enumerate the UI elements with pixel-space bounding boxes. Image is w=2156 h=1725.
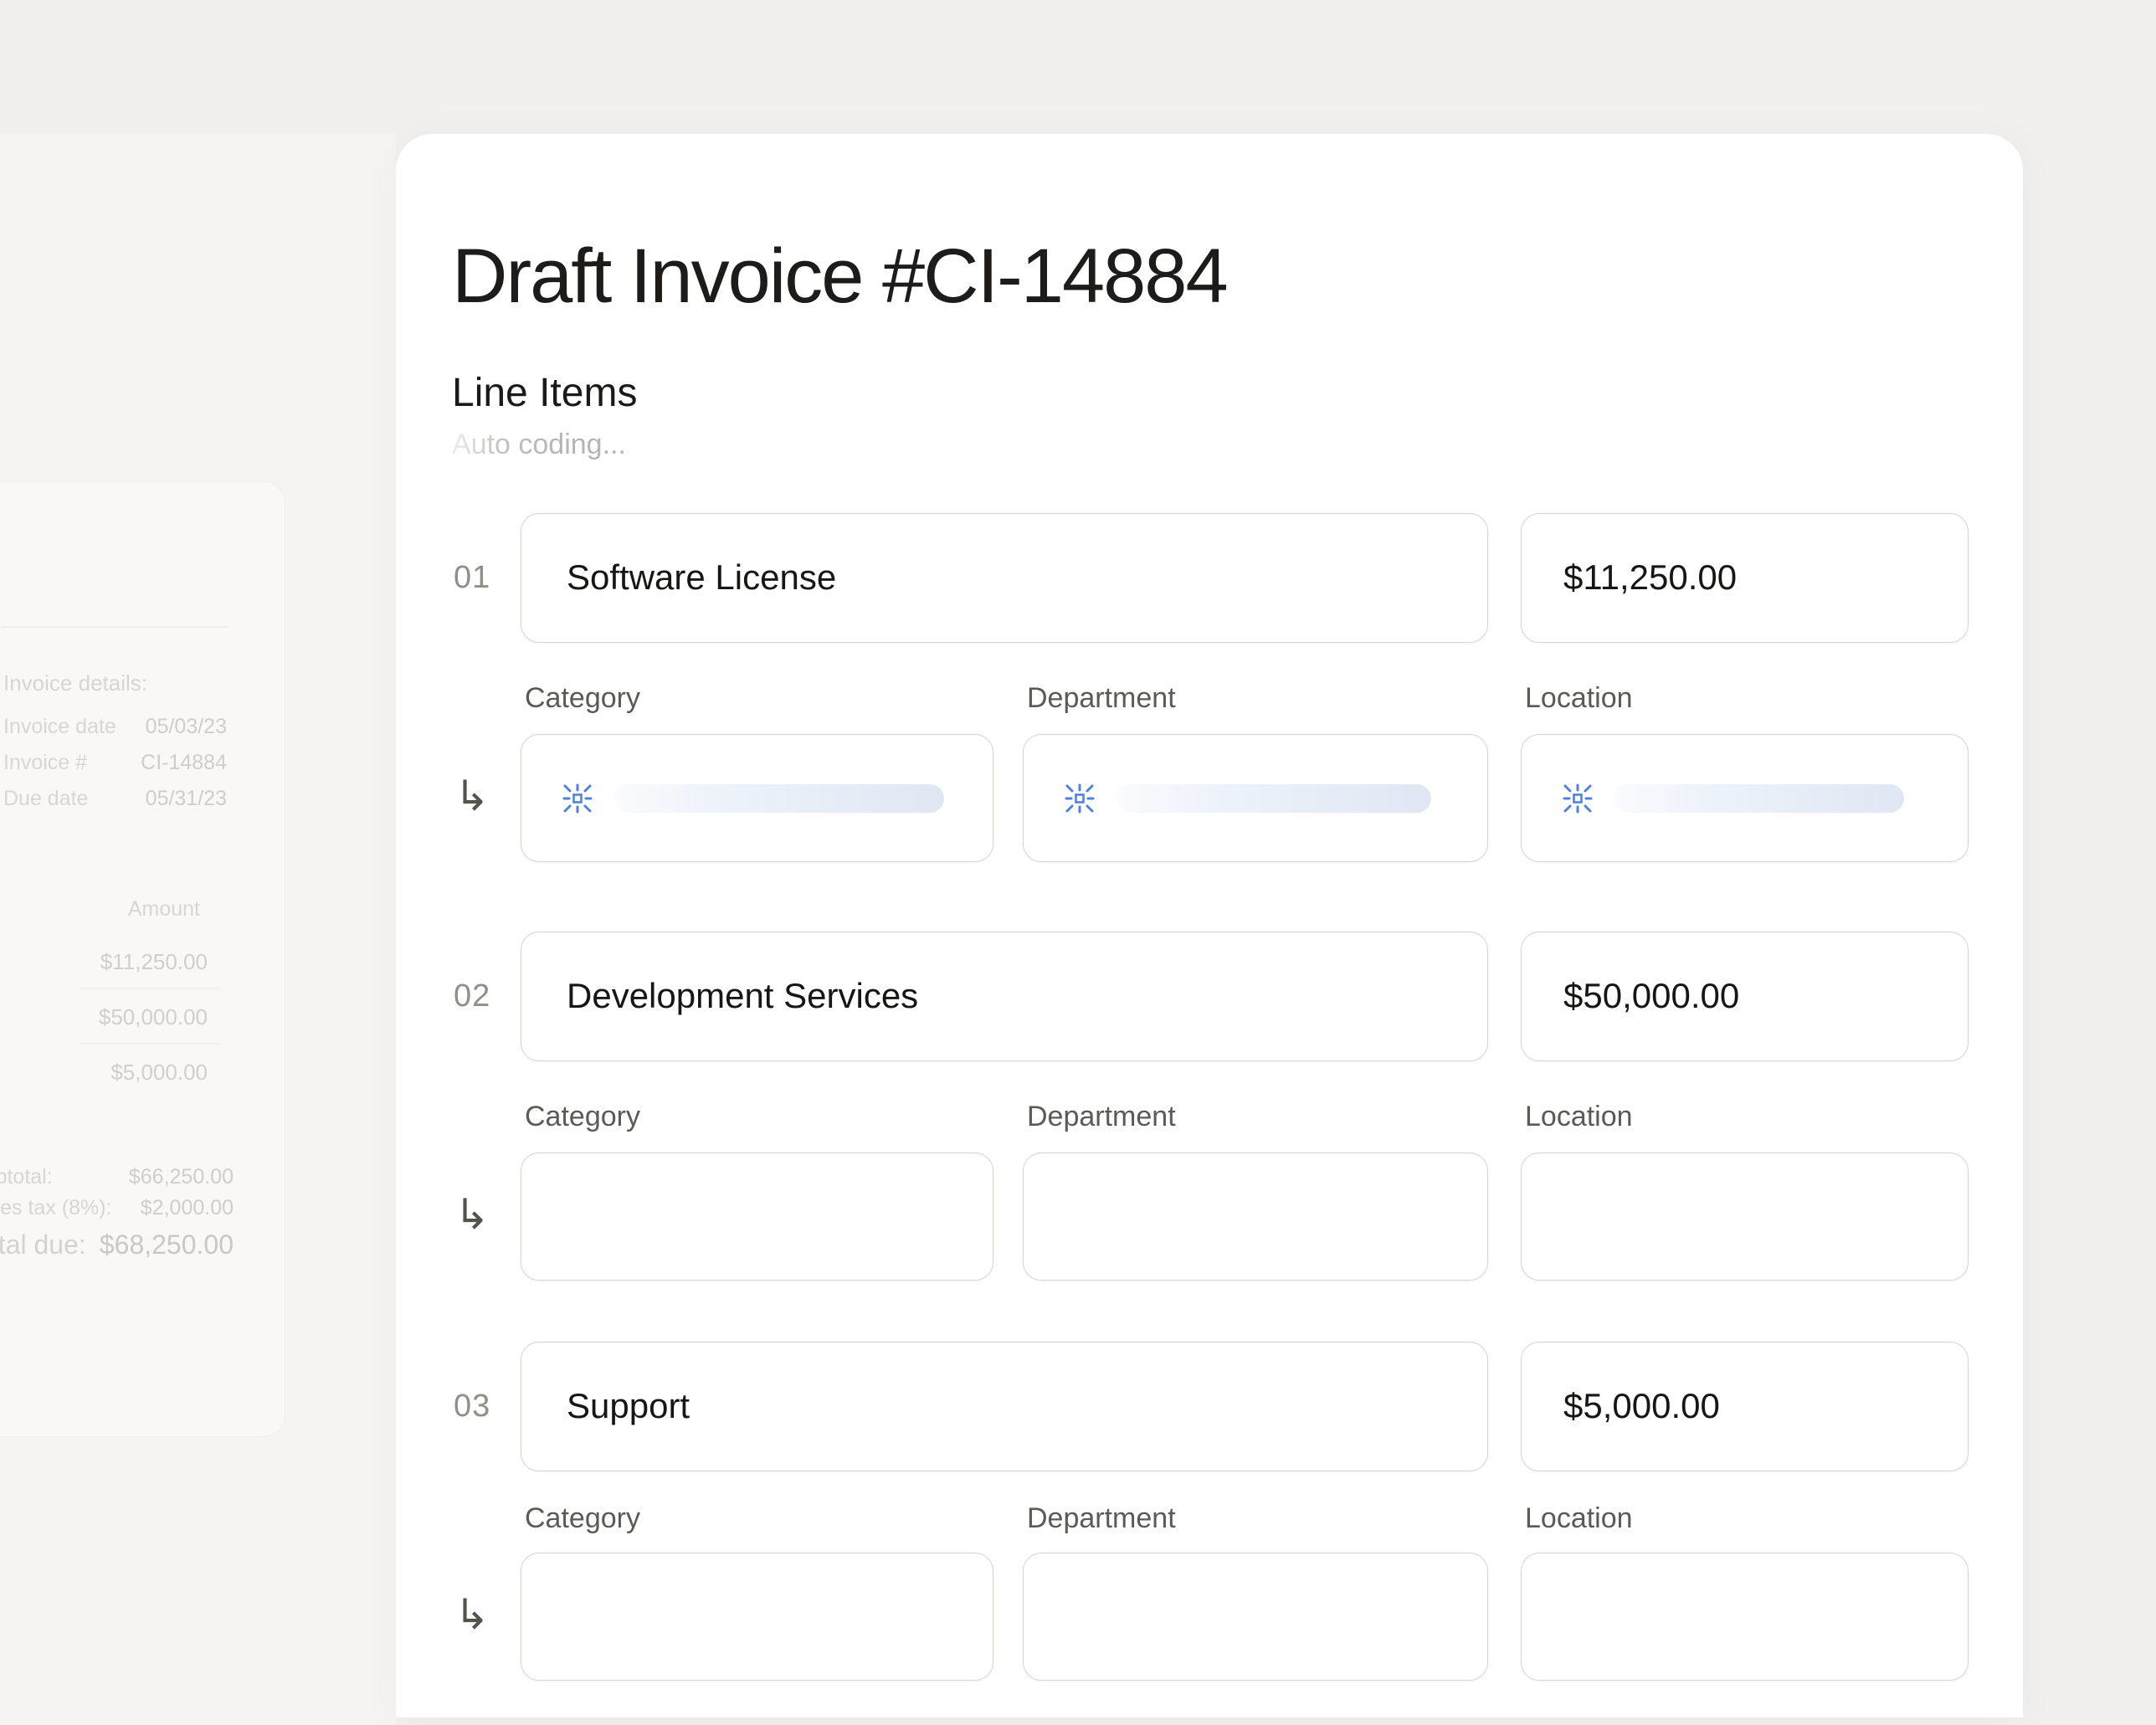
line-item-number: 03 [454,1342,490,1471]
amount-input[interactable]: $5,000.00 [1521,1342,1969,1471]
due-date-label: Due date [3,787,88,810]
coding-fields-row: ↳ [396,1153,2023,1281]
divider [80,988,221,989]
coding-labels-row: Category Department Location [396,1101,2023,1136]
location-label: Location [1525,1502,1633,1535]
due-date-value: 05/31/23 [89,787,227,811]
line-item-row: 03 Support $5,000.00 [396,1342,2023,1471]
sales-tax-row: Sales tax (8%): $2,000.00 [0,1196,112,1220]
coding-labels-row: Category Department Location [396,1502,2023,1538]
line-item-number: 02 [454,932,490,1061]
invoice-date-row: Invoice date 05/03/23 [3,715,116,742]
sub-row-arrow-icon: ↳ [454,734,490,862]
department-field[interactable] [1023,734,1488,862]
line-item-row: 02 Development Services $50,000.00 [396,932,2023,1061]
department-field[interactable] [1023,1153,1488,1281]
sparkle-loading-icon [1064,783,1096,814]
department-label: Department [1027,682,1176,715]
invoice-number-label: Invoice # [3,751,87,774]
subtotal-value: $66,250.00 [55,1165,234,1189]
department-label: Department [1027,1101,1176,1133]
invoice-details-heading: Invoice details: [3,670,147,696]
coding-labels-row: Category Department Location [396,682,2023,717]
sub-row-arrow-icon: ↳ [454,1553,490,1681]
sub-row-arrow-icon: ↳ [454,1153,490,1281]
coding-fields-row: ↳ [396,1553,2023,1681]
loading-shimmer-bar [614,784,944,813]
invoice-review-page: Invoice details: Invoice date 05/03/23 I… [0,0,2156,1725]
draft-invoice-card: Draft Invoice #CI-14884 Line Items Auto … [396,134,2023,1717]
line-item-row: 01 Software License $11,250.00 [396,513,2023,643]
description-input[interactable]: Software License [521,513,1488,643]
category-label: Category [525,1101,640,1133]
sales-tax-value: $2,000.00 [55,1196,234,1220]
divider [1,626,228,628]
category-label: Category [525,682,640,715]
description-input[interactable]: Development Services [521,932,1488,1061]
page-title: Draft Invoice #CI-14884 [452,233,1227,321]
ghost-amount-2: $50,000.00 [47,1004,208,1030]
loading-shimmer-bar [1116,784,1431,813]
category-label: Category [525,1502,640,1535]
total-due-value: $68,250.00 [30,1230,234,1260]
due-date-row: Due date 05/31/23 [3,787,88,814]
loading-shimmer-bar [1614,784,1904,813]
invoice-number-row: Invoice # CI-14884 [3,751,87,778]
divider [80,1043,221,1045]
location-label: Location [1525,682,1633,715]
line-items-heading: Line Items [452,370,637,416]
source-invoice-preview: Invoice details: Invoice date 05/03/23 I… [0,481,285,1437]
auto-coding-status: Auto coding... [452,429,626,461]
ghost-amount-3: $5,000.00 [47,1060,208,1086]
subtotal-row: Subtotal: $66,250.00 [0,1165,53,1189]
amount-input[interactable]: $11,250.00 [1521,513,1969,643]
line-item-number: 01 [454,513,490,643]
description-input[interactable]: Support [521,1342,1488,1471]
location-label: Location [1525,1101,1633,1133]
subtotal-label: Subtotal: [0,1165,53,1189]
coding-fields-row: ↳ [396,734,2023,862]
location-field[interactable] [1521,1153,1969,1281]
amount-column-header: Amount [89,897,200,922]
location-field[interactable] [1521,1553,1969,1681]
category-field[interactable] [521,734,993,862]
invoice-number-value: CI-14884 [89,751,227,775]
total-due-row: Total due: $68,250.00 [0,1230,86,1260]
location-field[interactable] [1521,734,1969,862]
department-label: Department [1027,1502,1176,1535]
ghost-amount-1: $11,250.00 [47,949,208,975]
category-field[interactable] [521,1153,993,1281]
sparkle-loading-icon [1562,783,1594,814]
department-field[interactable] [1023,1553,1488,1681]
category-field[interactable] [521,1553,993,1681]
invoice-date-value: 05/03/23 [89,715,227,739]
sparkle-loading-icon [562,783,593,814]
amount-input[interactable]: $50,000.00 [1521,932,1969,1061]
